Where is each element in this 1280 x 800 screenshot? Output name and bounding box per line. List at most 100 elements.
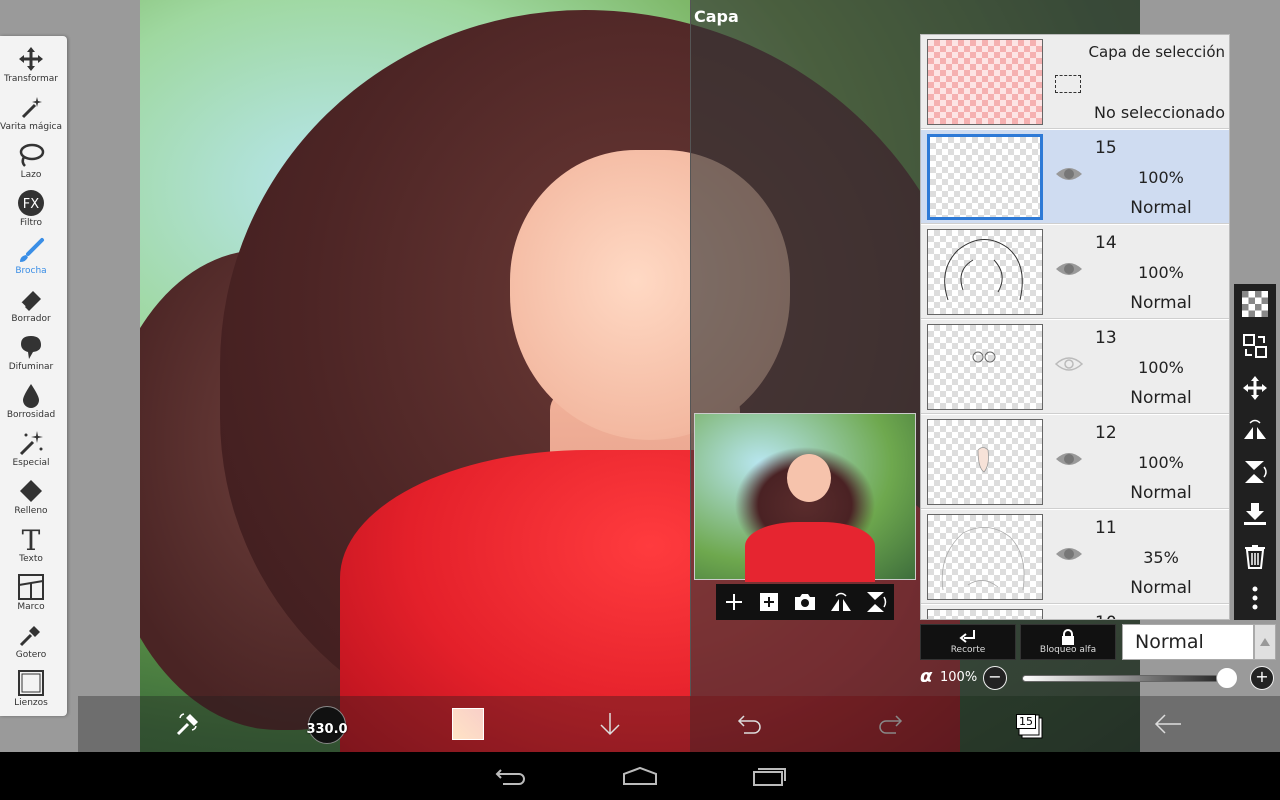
tool-sidebar: Transformar Varita mágica Lazo FX Filtro… bbox=[0, 36, 67, 716]
flip-layer-horizontal-button[interactable] bbox=[827, 588, 855, 616]
eye-visible-icon[interactable] bbox=[1055, 164, 1083, 184]
layer-row-11[interactable]: 11 35% Normal bbox=[921, 510, 1229, 604]
system-home-button[interactable] bbox=[620, 762, 660, 790]
tool-label: Varita mágica bbox=[0, 122, 63, 132]
clipping-label: Recorte bbox=[950, 645, 986, 655]
layer-row-12[interactable]: 12 100% Normal bbox=[921, 415, 1229, 509]
eyedropper-icon bbox=[16, 620, 46, 650]
quick-switch-button[interactable] bbox=[168, 696, 208, 752]
opacity-decrease-button[interactable]: − bbox=[983, 666, 1007, 690]
tool-special[interactable]: Especial bbox=[0, 424, 62, 472]
layer-opacity: 35% bbox=[1143, 548, 1179, 567]
blend-mode-select[interactable]: Normal bbox=[1122, 624, 1254, 660]
back-button[interactable] bbox=[1148, 696, 1188, 752]
more-options-button[interactable] bbox=[1239, 582, 1271, 614]
tool-brush[interactable]: Brocha bbox=[0, 232, 62, 280]
layer-thumbnail bbox=[927, 39, 1043, 125]
transparent-fill-button[interactable] bbox=[1239, 288, 1271, 320]
tool-label: Gotero bbox=[15, 650, 47, 660]
system-back-button[interactable] bbox=[492, 762, 532, 790]
delete-layer-button[interactable] bbox=[1239, 540, 1271, 572]
tool-canvas[interactable]: Lienzos bbox=[0, 664, 62, 712]
layer-blend-mode: Normal bbox=[1130, 198, 1192, 218]
more-vertical-icon bbox=[1252, 586, 1258, 610]
add-layer-button[interactable] bbox=[720, 588, 748, 616]
back-arrow-icon bbox=[495, 769, 525, 785]
opacity-slider[interactable] bbox=[1022, 675, 1226, 682]
layer-thumbnail bbox=[927, 229, 1043, 315]
tool-label: Texto bbox=[19, 554, 43, 564]
fill-bucket-icon bbox=[16, 476, 46, 506]
alpha-lock-label: Bloqueo alfa bbox=[1039, 645, 1097, 655]
flip-vertical-icon bbox=[867, 592, 887, 612]
layer-row-14[interactable]: 14 100% Normal bbox=[921, 225, 1229, 319]
layer-row-10[interactable]: 10 bbox=[921, 605, 1229, 619]
flip-vertical-button[interactable] bbox=[1239, 456, 1271, 488]
move-layer-button[interactable] bbox=[1239, 372, 1271, 404]
tool-eraser[interactable]: Borrador bbox=[0, 280, 62, 328]
eye-visible-icon[interactable] bbox=[1055, 544, 1083, 564]
layer-number: 15 bbox=[1095, 138, 1117, 158]
layer-list[interactable]: Capa de selección No seleccionado 15 100… bbox=[920, 34, 1230, 620]
opacity-increase-button[interactable]: + bbox=[1250, 666, 1274, 690]
redo-button[interactable] bbox=[870, 696, 910, 752]
layer-thumbnail bbox=[927, 324, 1043, 410]
flip-horizontal-icon bbox=[830, 592, 851, 611]
tool-fill[interactable]: Relleno bbox=[0, 472, 62, 520]
system-recents-button[interactable] bbox=[750, 762, 790, 790]
layer-number: 10 bbox=[1095, 613, 1117, 619]
plus-icon bbox=[725, 594, 742, 610]
eye-hidden-icon[interactable] bbox=[1055, 354, 1083, 374]
tool-smudge[interactable]: Difuminar bbox=[0, 328, 62, 376]
move-down-button[interactable] bbox=[590, 696, 630, 752]
bottom-toolbar: 330.0 15 bbox=[78, 696, 1280, 752]
tool-text[interactable]: T Texto bbox=[0, 520, 62, 568]
merge-down-button[interactable] bbox=[1239, 498, 1271, 530]
flip-horizontal-icon bbox=[1244, 419, 1266, 439]
alpha-symbol: α bbox=[920, 666, 933, 687]
clipping-button[interactable]: Recorte bbox=[920, 624, 1016, 660]
tool-filter[interactable]: FX Filtro bbox=[0, 184, 62, 232]
layer-number: 14 bbox=[1095, 233, 1117, 253]
tool-frame[interactable]: Marco bbox=[0, 568, 62, 616]
selection-layer-title: Capa de selección bbox=[1088, 43, 1225, 61]
color-swatch[interactable] bbox=[452, 708, 484, 740]
flip-horizontal-button[interactable] bbox=[1239, 414, 1271, 446]
eye-visible-icon[interactable] bbox=[1055, 259, 1083, 279]
tool-blur[interactable]: Borrosidad bbox=[0, 376, 62, 424]
tool-label: Filtro bbox=[19, 218, 43, 228]
trash-icon bbox=[1245, 545, 1265, 569]
brush-eraser-swap-icon bbox=[176, 713, 198, 736]
tool-lasso[interactable]: Lazo bbox=[0, 136, 62, 184]
system-navigation-bar bbox=[0, 752, 1280, 800]
redo-icon bbox=[879, 715, 903, 734]
tool-label: Brocha bbox=[15, 266, 47, 276]
layer-blend-mode: Normal bbox=[1130, 388, 1192, 408]
layer-number: 12 bbox=[1095, 423, 1117, 443]
layer-row-13[interactable]: 13 100% Normal bbox=[921, 320, 1229, 414]
frame-icon bbox=[16, 572, 46, 602]
layer-side-toolbar bbox=[1234, 284, 1276, 620]
layer-blend-mode: Normal bbox=[1130, 483, 1192, 503]
alpha-lock-button[interactable]: Bloqueo alfa bbox=[1020, 624, 1116, 660]
tool-label: Borrador bbox=[11, 314, 51, 324]
swap-layer-button[interactable] bbox=[1239, 330, 1271, 362]
text-glyph: T bbox=[22, 525, 41, 553]
selection-layer-row[interactable]: Capa de selección No seleccionado bbox=[921, 35, 1229, 129]
checkerboard-icon bbox=[1242, 291, 1268, 317]
arrow-left-icon bbox=[1154, 714, 1181, 734]
undo-button[interactable] bbox=[730, 696, 770, 752]
preview-face bbox=[787, 454, 831, 502]
flip-layer-vertical-button[interactable] bbox=[862, 588, 890, 616]
opacity-slider-knob[interactable] bbox=[1216, 667, 1238, 689]
clip-arrow-icon bbox=[959, 630, 975, 643]
blend-mode-dropdown[interactable] bbox=[1254, 624, 1276, 660]
magic-wand-icon bbox=[16, 92, 46, 122]
tool-transform[interactable]: Transformar bbox=[0, 40, 62, 88]
import-photo-button[interactable] bbox=[791, 588, 819, 616]
eye-visible-icon[interactable] bbox=[1055, 449, 1083, 469]
duplicate-layer-button[interactable] bbox=[755, 588, 783, 616]
tool-eyedropper[interactable]: Gotero bbox=[0, 616, 62, 664]
tool-magic-wand[interactable]: Varita mágica bbox=[0, 88, 62, 136]
layer-row-15[interactable]: 15 100% Normal bbox=[921, 130, 1229, 224]
